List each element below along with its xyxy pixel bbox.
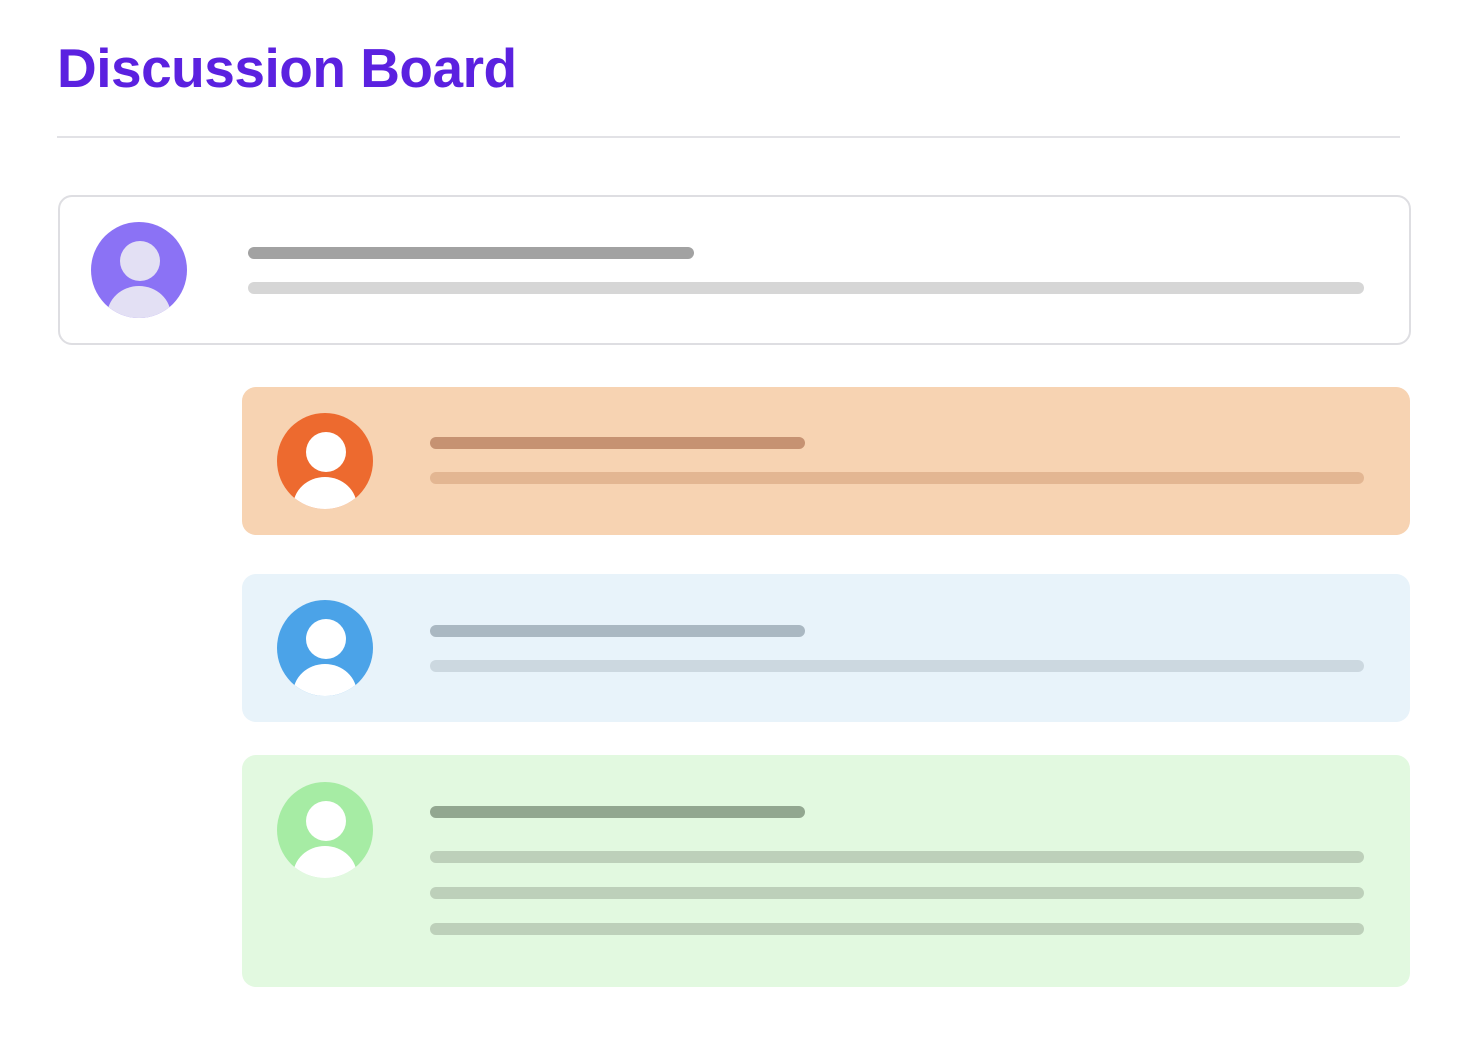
reply-card[interactable] xyxy=(242,574,1410,722)
reply-text-placeholder xyxy=(430,923,1364,935)
avatar-body xyxy=(293,664,357,696)
reply-title-placeholder xyxy=(430,625,805,637)
root-post-card[interactable] xyxy=(58,195,1411,345)
reply-text-placeholder xyxy=(430,851,1364,863)
avatar-head xyxy=(306,432,346,472)
reply-card[interactable] xyxy=(242,755,1410,987)
avatar-head xyxy=(306,801,346,841)
discussion-board-page: Discussion Board xyxy=(0,0,1464,1038)
user-avatar-icon[interactable] xyxy=(277,782,373,878)
post-title-placeholder xyxy=(248,247,694,259)
reply-title-placeholder xyxy=(430,806,805,818)
header-divider xyxy=(57,136,1400,138)
avatar-head xyxy=(120,241,160,281)
reply-title-placeholder xyxy=(430,437,805,449)
reply-text-placeholder xyxy=(430,472,1364,484)
reply-text-placeholder xyxy=(430,660,1364,672)
page-title: Discussion Board xyxy=(57,37,517,99)
user-avatar-icon[interactable] xyxy=(277,413,373,509)
avatar-head xyxy=(306,619,346,659)
reply-card[interactable] xyxy=(242,387,1410,535)
post-text-placeholder xyxy=(248,282,1364,294)
avatar-body xyxy=(107,286,171,318)
avatar-body xyxy=(293,846,357,878)
user-avatar-icon[interactable] xyxy=(277,600,373,696)
user-avatar-icon[interactable] xyxy=(91,222,187,318)
avatar-body xyxy=(293,477,357,509)
reply-text-placeholder xyxy=(430,887,1364,899)
